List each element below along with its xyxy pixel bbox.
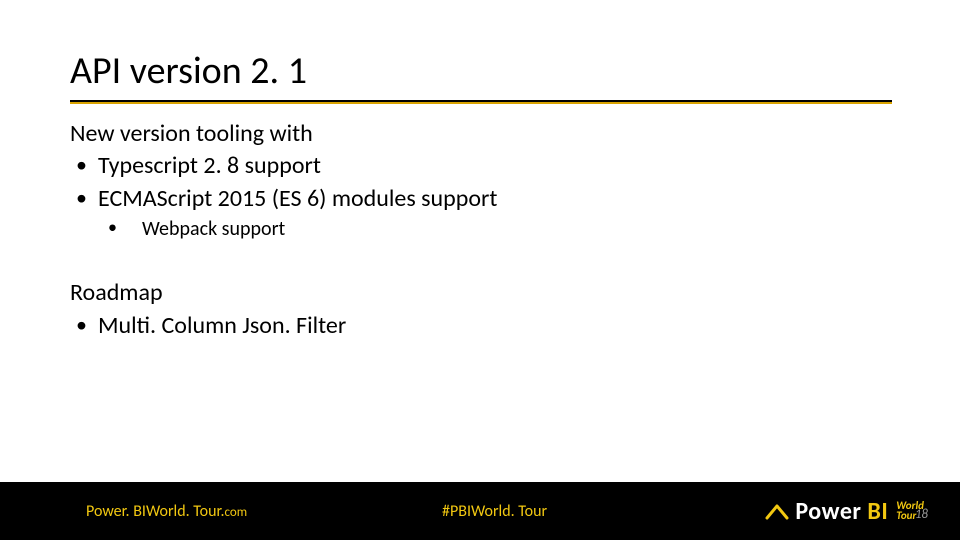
footer-bar: Power. BIWorld. Tour.com #PBIWorld. Tour…	[0, 482, 960, 540]
page-number: 18	[915, 507, 928, 522]
bullet-item: ECMAScript 2015 (ES 6) modules support	[70, 183, 892, 215]
bullet-text: ECMAScript 2015 (ES 6) modules support	[98, 184, 497, 213]
footer-brand: Power BI World Tour	[765, 497, 924, 526]
slide-title: API version 2. 1	[70, 48, 307, 94]
footer-url-main: Power. BIWorld. Tour.	[86, 502, 224, 521]
footer-url: Power. BIWorld. Tour.com	[86, 502, 247, 521]
brand-bi: BI	[867, 497, 888, 526]
brand-prefix: Power	[795, 497, 867, 526]
brand-text: Power BI	[795, 497, 888, 526]
title-underline-accent	[70, 102, 892, 104]
bullet-text: Multi. Column Json. Filter	[98, 311, 346, 340]
chevron-up-icon	[765, 502, 789, 520]
spacer	[70, 243, 892, 277]
slide-body: New version tooling with Typescript 2. 8…	[70, 118, 892, 342]
bullet-item: Multi. Column Json. Filter	[70, 310, 892, 342]
footer-hashtag: #PBIWorld. Tour	[442, 502, 547, 521]
bullet-text: Typescript 2. 8 support	[98, 151, 321, 180]
section2-heading: Roadmap	[70, 277, 892, 309]
section1-heading: New version tooling with	[70, 118, 892, 150]
footer-url-domain: com	[224, 505, 247, 520]
bullet-item: Typescript 2. 8 support	[70, 150, 892, 182]
sub-bullet-text: Webpack support	[142, 217, 285, 241]
slide: API version 2. 1 New version tooling wit…	[0, 0, 960, 540]
sub-bullet-item: Webpack support	[70, 215, 892, 243]
